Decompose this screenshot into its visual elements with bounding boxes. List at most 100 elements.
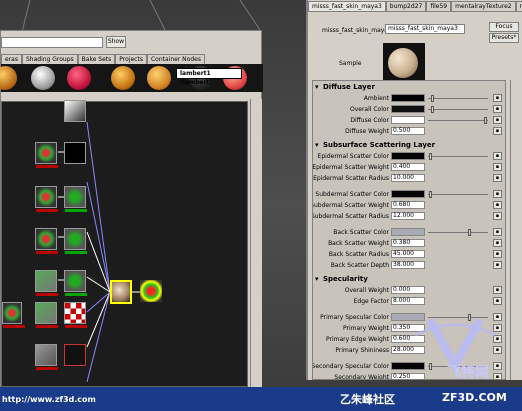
map-button-icon[interactable]: ▪ <box>493 250 502 258</box>
value-field[interactable]: 38.000 <box>391 261 425 269</box>
color-swatch[interactable] <box>391 105 425 113</box>
show-button[interactable]: Show <box>106 36 126 48</box>
slider-handle[interactable] <box>429 191 432 198</box>
node-place2d[interactable] <box>35 270 58 296</box>
attribute-editor-scrollbar[interactable] <box>510 80 522 380</box>
slider-handle[interactable] <box>484 117 487 124</box>
slider-handle[interactable] <box>468 229 471 236</box>
value-field[interactable]: 10.000 <box>391 174 425 182</box>
section-header[interactable]: Specularity <box>315 275 505 284</box>
value-slider[interactable] <box>428 117 488 124</box>
material-swatch[interactable] <box>31 66 55 90</box>
node-bump[interactable] <box>64 270 87 296</box>
tab-misss-fast-skin[interactable]: misss_fast_skin_maya3 <box>308 1 386 12</box>
tab-cameras[interactable]: eras <box>1 54 22 64</box>
map-button-icon[interactable]: ▪ <box>493 201 502 209</box>
tab-bump2d27[interactable]: bump2d27 <box>385 1 427 12</box>
map-button-icon[interactable]: ▪ <box>493 163 502 171</box>
node-label <box>65 209 87 212</box>
node-label <box>65 293 87 296</box>
map-button-icon[interactable]: ▪ <box>493 228 502 236</box>
node-file-texture[interactable] <box>2 302 25 328</box>
value-field[interactable]: 0.000 <box>391 286 425 294</box>
value-field[interactable]: 45.000 <box>391 250 425 258</box>
node-label <box>36 293 58 296</box>
tab-mentalray-texture2[interactable]: mentalrayTexture2 <box>451 1 516 12</box>
color-swatch[interactable] <box>391 190 425 198</box>
tab-bake-sets[interactable]: Bake Sets <box>77 54 116 64</box>
hypershade-scrollbar[interactable] <box>250 99 262 389</box>
tab-container-nodes[interactable]: Container Nodes <box>146 54 205 64</box>
material-swatch[interactable] <box>0 66 17 90</box>
presets-button[interactable]: Presets* <box>489 33 519 43</box>
value-field[interactable]: 0.400 <box>391 163 425 171</box>
map-button-icon[interactable]: ▪ <box>493 105 502 113</box>
map-button-icon[interactable]: ▪ <box>493 286 502 294</box>
slider-handle[interactable] <box>429 153 432 160</box>
map-button-icon[interactable]: ▪ <box>493 190 502 198</box>
attribute-label: Back Scatter Weight <box>328 240 389 247</box>
value-slider[interactable] <box>428 191 488 198</box>
value-field[interactable]: 0.680 <box>391 201 425 209</box>
attribute-row: Subdermal Scatter Color ▪ <box>313 190 505 199</box>
tab-projects[interactable]: Projects <box>115 54 147 64</box>
node-place2d[interactable] <box>35 302 58 328</box>
map-button-icon[interactable]: ▪ <box>493 116 502 124</box>
value-slider[interactable] <box>428 153 488 160</box>
slider-handle[interactable] <box>431 95 434 102</box>
node-file-texture[interactable] <box>35 344 58 370</box>
node-shading-group[interactable] <box>140 280 162 302</box>
node-checker[interactable] <box>64 302 87 328</box>
attribute-label: Subdermal Scatter Weight <box>312 202 389 209</box>
value-field[interactable]: 8.000 <box>391 297 425 305</box>
node-skin-shader[interactable] <box>110 280 132 304</box>
value-field[interactable]: 12.000 <box>391 212 425 220</box>
value-slider[interactable] <box>428 229 488 236</box>
node-bump[interactable] <box>64 228 87 254</box>
node-file-texture[interactable] <box>35 186 58 212</box>
footer-url[interactable]: http://www.zf3d.com <box>2 395 96 404</box>
value-slider[interactable] <box>428 95 488 102</box>
map-button-icon[interactable]: ▪ <box>493 239 502 247</box>
material-swatch[interactable] <box>67 66 91 90</box>
hypershade-work-area[interactable] <box>1 100 248 387</box>
attribute-row: Diffuse Color ▪ <box>313 116 505 125</box>
color-swatch[interactable] <box>391 228 425 236</box>
hypershade-toolbar: Show <box>1 35 263 49</box>
map-button-icon[interactable]: ▪ <box>493 174 502 182</box>
map-button-icon[interactable]: ▪ <box>493 261 502 269</box>
color-swatch[interactable] <box>391 116 425 124</box>
tab-ramp20[interactable]: ramp20 <box>515 1 522 12</box>
color-swatch[interactable] <box>391 152 425 160</box>
attribute-label: Subdermal Scatter Radius <box>312 213 389 220</box>
node-bump[interactable] <box>64 186 87 212</box>
tab-file59[interactable]: file59 <box>426 1 452 12</box>
node-black[interactable] <box>64 142 86 164</box>
node-file-texture[interactable] <box>35 228 58 254</box>
sample-sphere <box>388 48 418 78</box>
attribute-row: Edge Factor 8.000 ▪ <box>313 297 505 306</box>
color-swatch[interactable] <box>391 94 425 102</box>
map-button-icon[interactable]: ▪ <box>493 212 502 220</box>
value-field[interactable]: 0.500 <box>391 127 425 135</box>
node-black[interactable] <box>64 344 86 366</box>
value-slider[interactable] <box>428 106 488 113</box>
material-swatch[interactable] <box>111 66 135 90</box>
value-field[interactable]: 0.380 <box>391 239 425 247</box>
map-button-icon[interactable]: ▪ <box>493 94 502 102</box>
section-header[interactable]: Subsurface Scattering Layer <box>315 141 505 150</box>
node-name-label: misss_fast_skin_maya3: <box>322 27 394 34</box>
attribute-row: Back Scatter Weight 0.380 ▪ <box>313 239 505 248</box>
section-header[interactable]: Diffuse Layer <box>315 83 505 92</box>
map-button-icon[interactable]: ▪ <box>493 127 502 135</box>
node-file-texture[interactable] <box>35 142 58 168</box>
slider-handle[interactable] <box>431 106 434 113</box>
focus-button[interactable]: Focus <box>489 22 519 32</box>
material-swatch[interactable] <box>147 66 171 90</box>
map-button-icon[interactable]: ▪ <box>493 297 502 305</box>
search-input[interactable] <box>1 37 103 48</box>
node-ramp-top[interactable] <box>64 100 86 122</box>
tab-shading-groups[interactable]: Shading Groups <box>21 54 78 64</box>
map-button-icon[interactable]: ▪ <box>493 152 502 160</box>
node-name-field[interactable]: misss_fast_skin_maya3 <box>385 24 465 34</box>
